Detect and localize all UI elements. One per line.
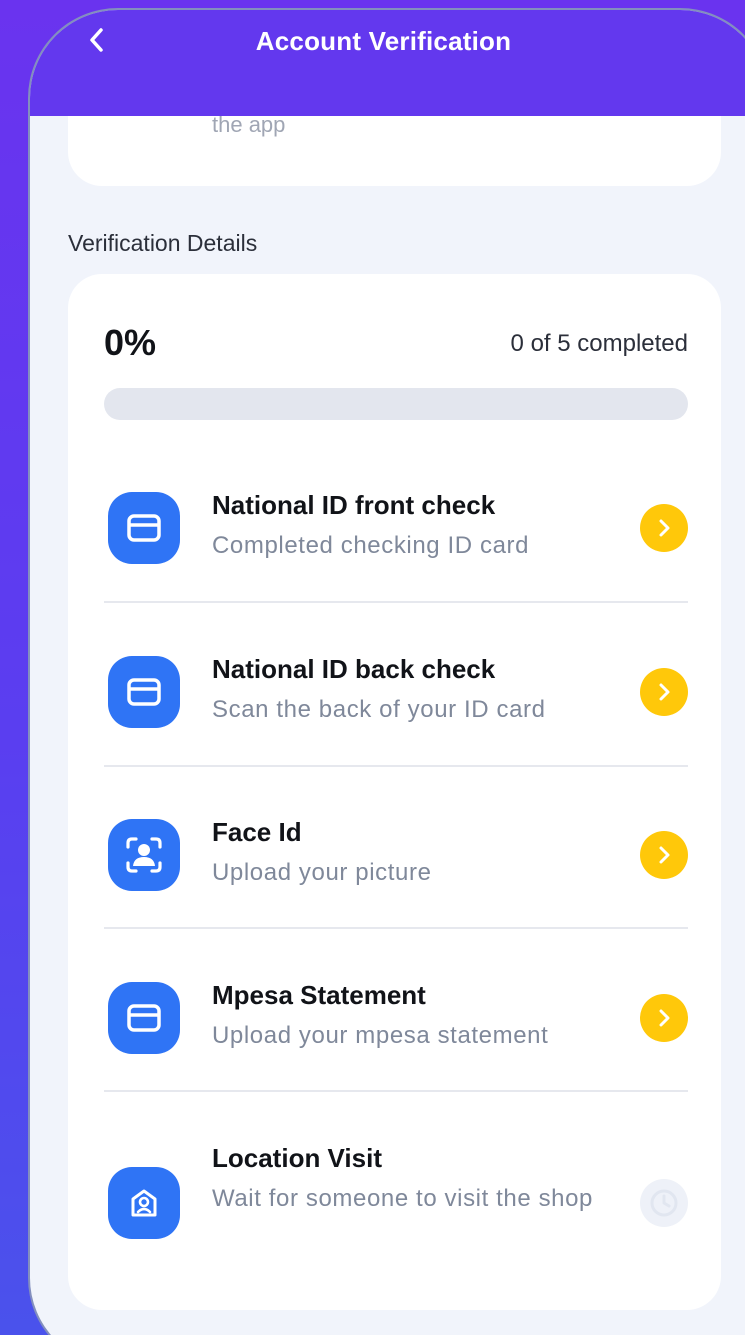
id-card-icon	[108, 492, 180, 564]
chevron-right-icon[interactable]	[640, 831, 688, 879]
step-title: Location Visit	[212, 1143, 382, 1173]
step-national-id-front[interactable]: National ID front check Completed checki…	[104, 478, 688, 598]
step-title: National ID back check	[212, 654, 496, 684]
verification-details-card: 0% 0 of 5 completed National ID front ch…	[68, 274, 721, 1310]
progress-percent: 0%	[104, 322, 157, 363]
step-subtitle: Upload your mpesa statement	[212, 1022, 549, 1049]
face-scan-icon	[108, 819, 180, 891]
step-national-id-back[interactable]: National ID back check Scan the back of …	[104, 642, 688, 762]
progress-bar	[104, 388, 688, 420]
step-location-visit[interactable]: Location Visit Wait for someone to visit…	[104, 1131, 688, 1271]
step-subtitle: Completed checking ID card	[212, 532, 530, 559]
chevron-right-icon[interactable]	[640, 994, 688, 1042]
chevron-right-icon[interactable]	[640, 668, 688, 716]
section-label: Verification Details	[68, 230, 258, 256]
step-subtitle: Scan the back of your ID card	[212, 696, 546, 723]
step-mpesa-statement[interactable]: Mpesa Statement Upload your mpesa statem…	[104, 968, 688, 1088]
phone-frame: Account Verification the app Verificatio…	[28, 8, 745, 1335]
divider	[104, 927, 688, 929]
id-card-icon	[108, 656, 180, 728]
completed-count: 0 of 5 completed	[510, 330, 688, 357]
divider	[104, 765, 688, 767]
info-card: the app	[68, 116, 721, 186]
step-title: Mpesa Statement	[212, 980, 426, 1010]
chevron-right-icon[interactable]	[640, 504, 688, 552]
step-face-id[interactable]: Face Id Upload your picture	[104, 805, 688, 925]
step-title: National ID front check	[212, 490, 496, 520]
step-subtitle: Upload your picture	[212, 859, 432, 886]
info-card-text: the app	[212, 116, 286, 137]
app-header: Account Verification	[30, 10, 745, 116]
page-title: Account Verification	[255, 26, 512, 56]
shop-location-icon	[108, 1167, 180, 1239]
clock-icon	[640, 1179, 688, 1227]
id-card-icon	[108, 982, 180, 1054]
step-title: Face Id	[212, 817, 302, 847]
scroll-content[interactable]: the app Verification Details 0% 0 of 5 c…	[30, 116, 745, 1335]
step-subtitle: Wait for someone to visit the shop	[212, 1185, 594, 1212]
divider	[104, 601, 688, 603]
divider	[104, 1090, 688, 1092]
